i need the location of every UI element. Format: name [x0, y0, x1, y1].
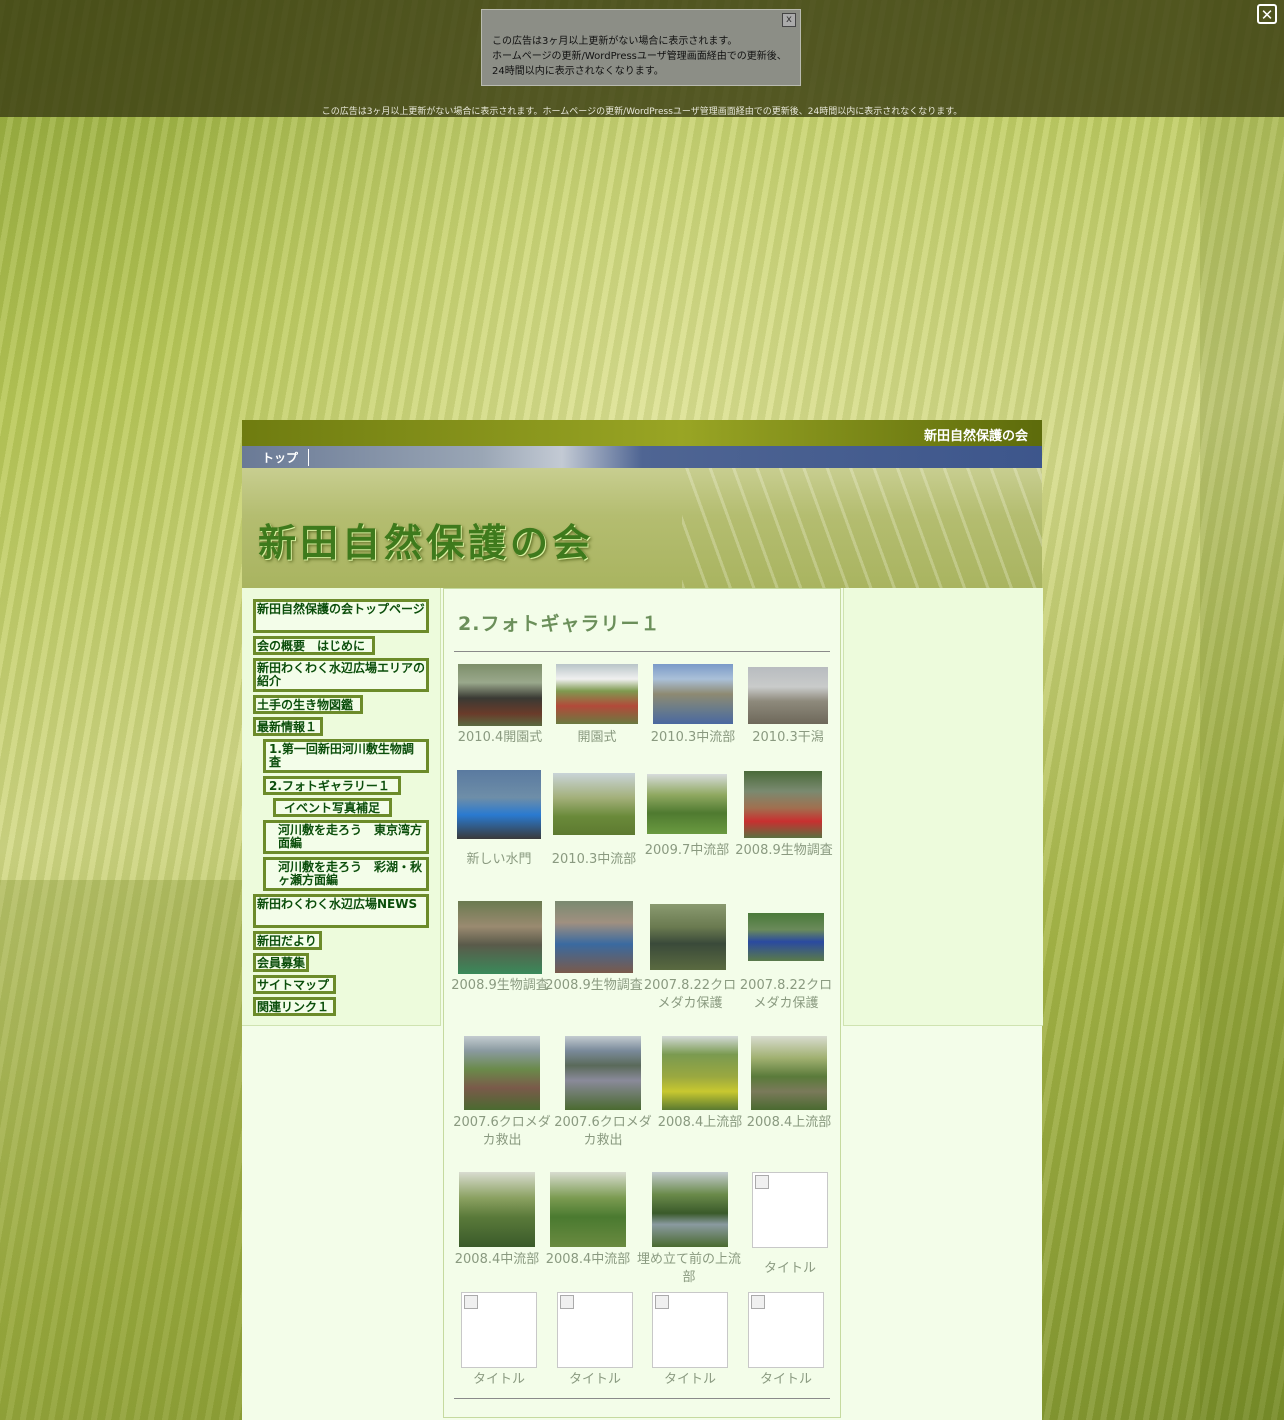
gallery-broken-image[interactable] [461, 1292, 537, 1368]
gallery-caption: タイトル [759, 1372, 812, 1387]
menu-item-run-tokyo-bay[interactable]: 河川敷を走ろう 東京湾方面編 [263, 820, 429, 854]
gallery-photo-ceremony[interactable] [458, 664, 542, 726]
menu-item-event-photos[interactable]: イベント写真補足 [273, 798, 392, 817]
gallery-caption: 2008.4上流部 [746, 1115, 832, 1130]
gallery-caption: 2010.3中流部 [650, 730, 736, 745]
side-menu: 新田自然保護の会トップページ 会の概要 はじめに 新田わくわく水辺広場エリアの紹… [253, 599, 429, 1019]
header-banner: 新田自然保護の会 [242, 468, 1042, 588]
gallery-caption: 2008.4中流部 [545, 1252, 631, 1267]
banner-title: 新田自然保護の会 [258, 520, 595, 565]
gallery-photo-survey-people[interactable] [744, 771, 822, 838]
banner-grass-image [682, 468, 1042, 588]
nav-link-top[interactable]: トップ [262, 449, 310, 466]
ad-box-line: 24時間以内に表示されなくなります。 [492, 66, 664, 77]
gallery-broken-image[interactable] [652, 1292, 728, 1368]
left-sidebar: 新田自然保護の会トップページ 会の概要 はじめに 新田わくわく水辺広場エリアの紹… [242, 588, 441, 1026]
menu-item-members[interactable]: 会員募集 [253, 953, 309, 972]
gallery-photo-creek[interactable] [652, 1172, 728, 1247]
gallery-caption: 新しい水門 [466, 852, 532, 867]
gallery-caption: タイトル [568, 1372, 621, 1387]
title-divider [454, 651, 830, 652]
gallery-caption: タイトル [763, 1261, 816, 1276]
gallery-caption: 2007.8.22クロメダカ保護 [643, 978, 737, 1011]
main-content: 2.フォトギャラリー１ 2010.4開園式 開園式 2010.3中流部 2010… [443, 588, 841, 1418]
gallery-caption: 2010.3中流部 [551, 852, 637, 867]
gallery-caption: 開園式 [577, 730, 617, 745]
background-panel-left [0, 880, 242, 1420]
ad-box-line: この広告は3ヶ月以上更新がない場合に表示されます。 [492, 36, 738, 47]
gallery-caption: 埋め立て前の上流部 [636, 1252, 741, 1285]
menu-item-top-page[interactable]: 新田自然保護の会トップページ [253, 599, 429, 633]
ad-close-icon[interactable]: ✕ [1257, 4, 1277, 24]
gallery-photo-survey-net[interactable] [458, 901, 542, 974]
gallery-photo-rescue-crowd[interactable] [464, 1036, 540, 1110]
menu-item-links[interactable]: 関連リンク１ [253, 997, 336, 1016]
right-sidebar [843, 588, 1043, 1026]
menu-item-photo-gallery[interactable]: 2.フォトギャラリー１ [263, 776, 401, 795]
gallery-photo-willow-path[interactable] [459, 1172, 535, 1247]
menu-item-sitemap[interactable]: サイトマップ [253, 975, 336, 994]
menu-item-area-intro[interactable]: 新田わくわく水辺広場エリアの紹介 [253, 658, 429, 692]
site-name: 新田自然保護の会 [923, 429, 1028, 444]
gallery-photo-rescue-ditch[interactable] [565, 1036, 641, 1110]
gallery-caption: 2008.9生物調査 [451, 978, 549, 993]
gallery-photo-flower-field[interactable] [662, 1036, 738, 1110]
top-bar: 新田自然保護の会 [242, 420, 1042, 446]
gallery-caption: 2009.7中流部 [644, 843, 730, 858]
gallery-photo-ceremony-crowd[interactable] [556, 664, 638, 724]
menu-item-news[interactable]: 新田わくわく水辺広場NEWS [253, 894, 429, 928]
bottom-divider [454, 1398, 830, 1399]
page-title: 2.フォトギャラリー１ [458, 613, 661, 635]
gallery-photo-willow-field[interactable] [553, 773, 635, 835]
gallery-photo-mudflat[interactable] [748, 667, 828, 724]
menu-item-creature-guide[interactable]: 土手の生き物図鑑 [253, 695, 363, 714]
gallery-caption: 2007.8.22クロメダカ保護 [739, 978, 833, 1011]
ad-overlay: x この広告は3ヶ月以上更新がない場合に表示されます。 ホームページの更新/Wo… [0, 0, 1284, 117]
gallery-caption: タイトル [472, 1372, 525, 1387]
gallery-caption: 2007.6クロメダカ救出 [554, 1115, 652, 1148]
gallery-photo-willow-grass[interactable] [550, 1172, 626, 1247]
gallery-photo-medaka-reeds[interactable] [748, 913, 824, 961]
menu-item-survey[interactable]: 1.第一回新田河川敷生物調査 [263, 739, 429, 773]
gallery-broken-image[interactable] [557, 1292, 633, 1368]
menu-item-latest-news[interactable]: 最新情報１ [253, 717, 323, 736]
gallery-caption: 2008.9生物調査 [545, 978, 643, 993]
gallery-caption: 2007.6クロメダカ救出 [453, 1115, 551, 1148]
gallery-caption: タイトル [663, 1372, 716, 1387]
ad-box-line: ホームページの更新/WordPressユーザ管理画面経由での更新後、 [492, 51, 787, 62]
ad-strip-text: この広告は3ヶ月以上更新がない場合に表示されます。ホームページの更新/WordP… [321, 107, 963, 117]
gallery-caption: 2008.9生物調査 [735, 843, 833, 858]
gallery-photo-medaka-group[interactable] [650, 904, 726, 970]
gallery-photo-survey-group[interactable] [555, 901, 633, 973]
menu-item-run-saiko[interactable]: 河川敷を走ろう 彩湖・秋ヶ瀬方面編 [263, 857, 429, 891]
background-panel-right [1200, 0, 1284, 1420]
gallery-photo-water-gate[interactable] [457, 770, 541, 839]
gallery-caption: 2010.3干潟 [752, 730, 824, 745]
site-container: 新田自然保護の会 トップ 新田自然保護の会 新田自然保護の会トップページ 会の概… [242, 420, 1043, 1420]
gallery-caption: 2008.4上流部 [657, 1115, 743, 1130]
gallery-caption: 2008.4中流部 [454, 1252, 540, 1267]
gallery-broken-image[interactable] [748, 1292, 824, 1368]
menu-item-newsletter[interactable]: 新田だより [253, 931, 322, 950]
gallery-caption: 2010.4開園式 [457, 730, 543, 745]
gallery-photo-willow-pond[interactable] [751, 1036, 827, 1110]
global-nav: トップ [242, 446, 1042, 468]
gallery-photo-green-trees[interactable] [647, 774, 727, 834]
menu-item-overview[interactable]: 会の概要 はじめに [253, 636, 375, 655]
gallery-broken-image[interactable] [752, 1172, 828, 1248]
gallery-photo-riverbank-city[interactable] [653, 664, 733, 724]
ad-box: x この広告は3ヶ月以上更新がない場合に表示されます。 ホームページの更新/Wo… [481, 9, 801, 86]
ad-box-close-icon[interactable]: x [782, 13, 796, 27]
